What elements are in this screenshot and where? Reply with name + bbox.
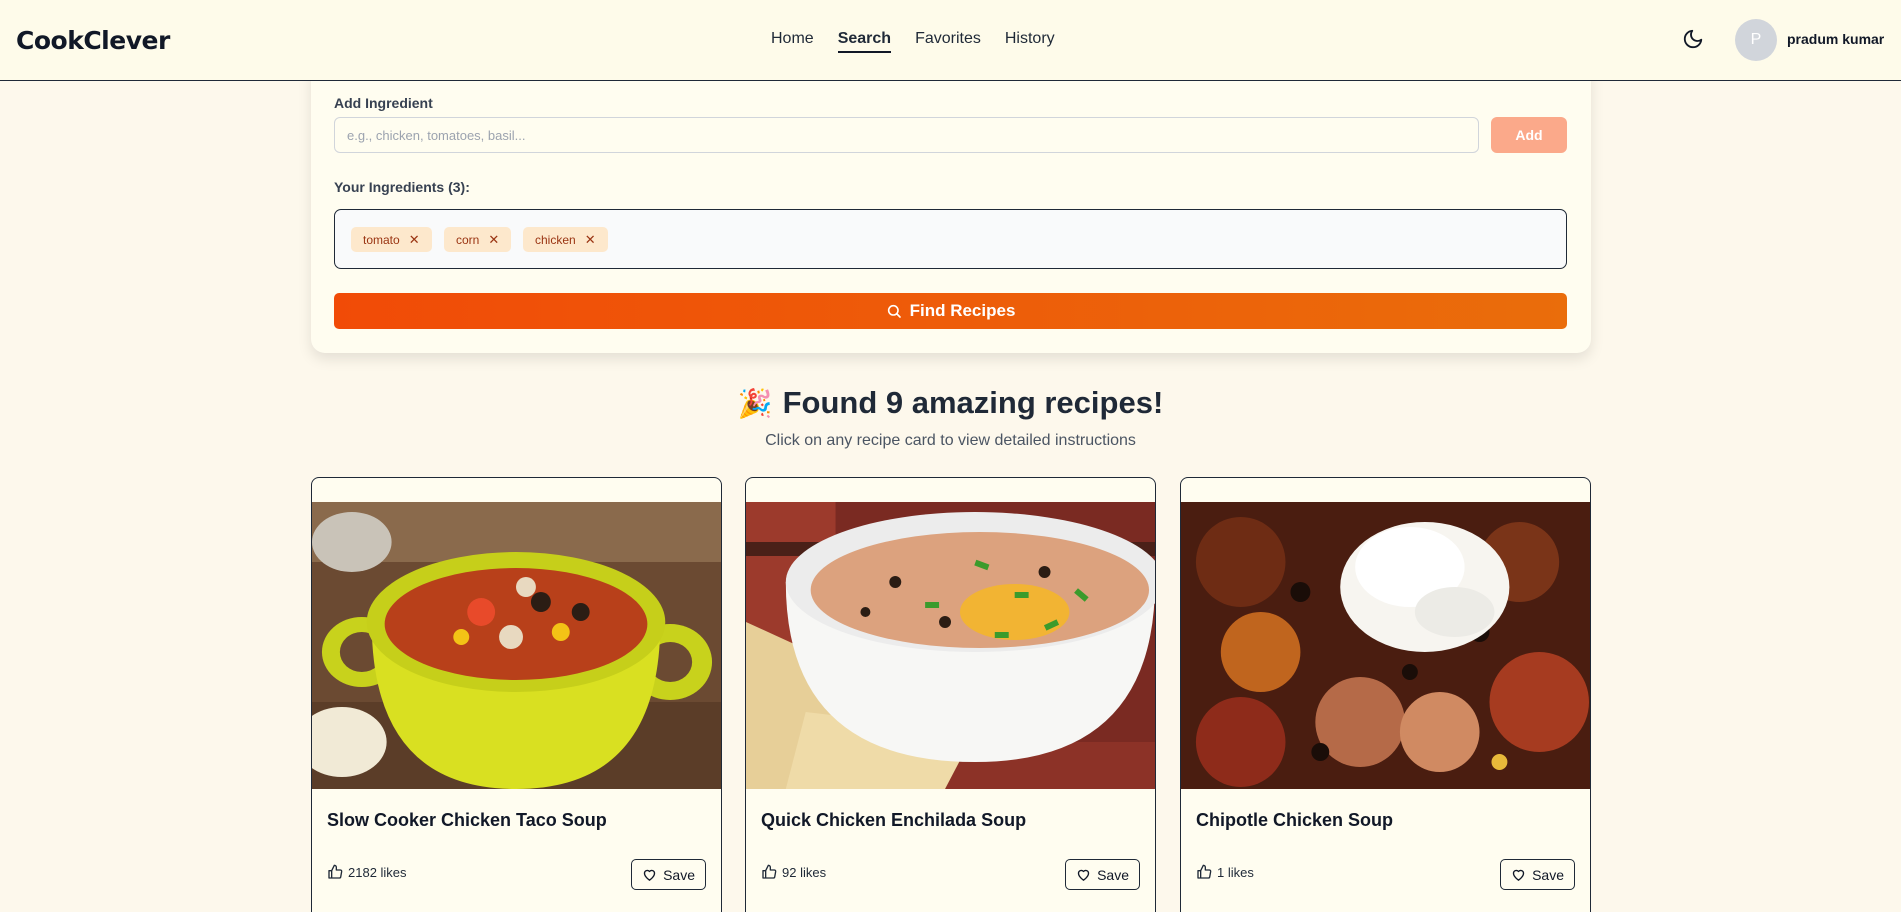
find-recipes-button[interactable]: Find Recipes: [334, 293, 1567, 329]
remove-chip-icon[interactable]: ✕: [585, 232, 596, 248]
recipe-title: Quick Chicken Enchilada Soup: [761, 810, 1027, 830]
thumbs-up-icon: [328, 864, 343, 879]
username[interactable]: pradum kumar: [1787, 31, 1884, 47]
save-button[interactable]: Save: [1500, 859, 1575, 890]
likes-text: 2182 likes: [348, 864, 407, 880]
results-subtitle: Click on any recipe card to view detaile…: [765, 432, 1136, 449]
likes-count: 1 likes: [1196, 864, 1254, 880]
thumbs-up-icon: [1197, 864, 1212, 879]
heart-icon: [1077, 869, 1090, 881]
nav-favorites[interactable]: Favorites: [915, 30, 981, 53]
ingredients-count-label: Your Ingredients (3):: [334, 179, 470, 195]
nav-home[interactable]: Home: [771, 30, 814, 53]
ingredient-input[interactable]: [334, 117, 1479, 153]
save-label: Save: [1097, 866, 1129, 883]
chip-label: chicken: [535, 232, 576, 247]
recipe-card[interactable]: Chipotle Chicken Soup 1 likes Save: [1180, 477, 1591, 912]
recipe-card[interactable]: Quick Chicken Enchilada Soup 92 likes Sa…: [745, 477, 1156, 912]
likes-text: 1 likes: [1217, 864, 1254, 880]
ingredient-chip: corn ✕: [444, 227, 512, 252]
recipe-image: [746, 502, 1155, 789]
recipe-card[interactable]: Slow Cooker Chicken Taco Soup 2182 likes…: [311, 477, 722, 912]
likes-count: 2182 likes: [327, 864, 407, 880]
save-label: Save: [663, 866, 695, 883]
likes-count: 92 likes: [761, 864, 826, 880]
avatar[interactable]: P: [1735, 19, 1777, 61]
ingredient-panel: Add Ingredient Add Your Ingredients (3):…: [311, 70, 1591, 353]
ingredient-chip: chicken ✕: [523, 227, 608, 252]
save-button[interactable]: Save: [1065, 859, 1140, 890]
recipe-image: [312, 502, 721, 789]
thumbs-up-icon: [762, 864, 777, 879]
chip-label: corn: [456, 232, 480, 247]
brand-logo[interactable]: CookClever: [16, 26, 170, 55]
add-ingredient-button[interactable]: Add: [1491, 117, 1567, 153]
moon-icon[interactable]: [1682, 28, 1704, 50]
search-icon: [887, 304, 901, 318]
results-title-text: Found 9 amazing recipes!: [782, 385, 1164, 420]
ingredient-chips: tomato ✕ corn ✕ chicken ✕: [334, 209, 1567, 269]
nav-search[interactable]: Search: [837, 30, 892, 53]
remove-chip-icon[interactable]: ✕: [409, 232, 420, 248]
find-recipes-label: Find Recipes: [909, 301, 1016, 320]
nav-history[interactable]: History: [1005, 30, 1055, 53]
likes-text: 92 likes: [782, 864, 827, 880]
remove-chip-icon[interactable]: ✕: [488, 232, 499, 248]
chip-label: tomato: [363, 232, 400, 247]
results-heading: 🎉 Found 9 amazing recipes!: [0, 385, 1901, 421]
ingredient-chip: tomato ✕: [351, 227, 432, 252]
save-label: Save: [1532, 866, 1564, 883]
recipe-image: [1181, 502, 1590, 789]
save-button[interactable]: Save: [631, 859, 706, 890]
heart-icon: [643, 869, 656, 881]
recipe-title: Slow Cooker Chicken Taco Soup: [327, 810, 607, 830]
heart-icon: [1512, 869, 1525, 881]
add-ingredient-label: Add Ingredient: [334, 95, 433, 111]
main-nav: Home Search Favorites History: [771, 30, 1055, 53]
top-navbar: CookClever Home Search Favorites History…: [0, 0, 1901, 81]
recipe-title: Chipotle Chicken Soup: [1196, 810, 1394, 830]
party-popper-icon: 🎉: [737, 388, 773, 419]
